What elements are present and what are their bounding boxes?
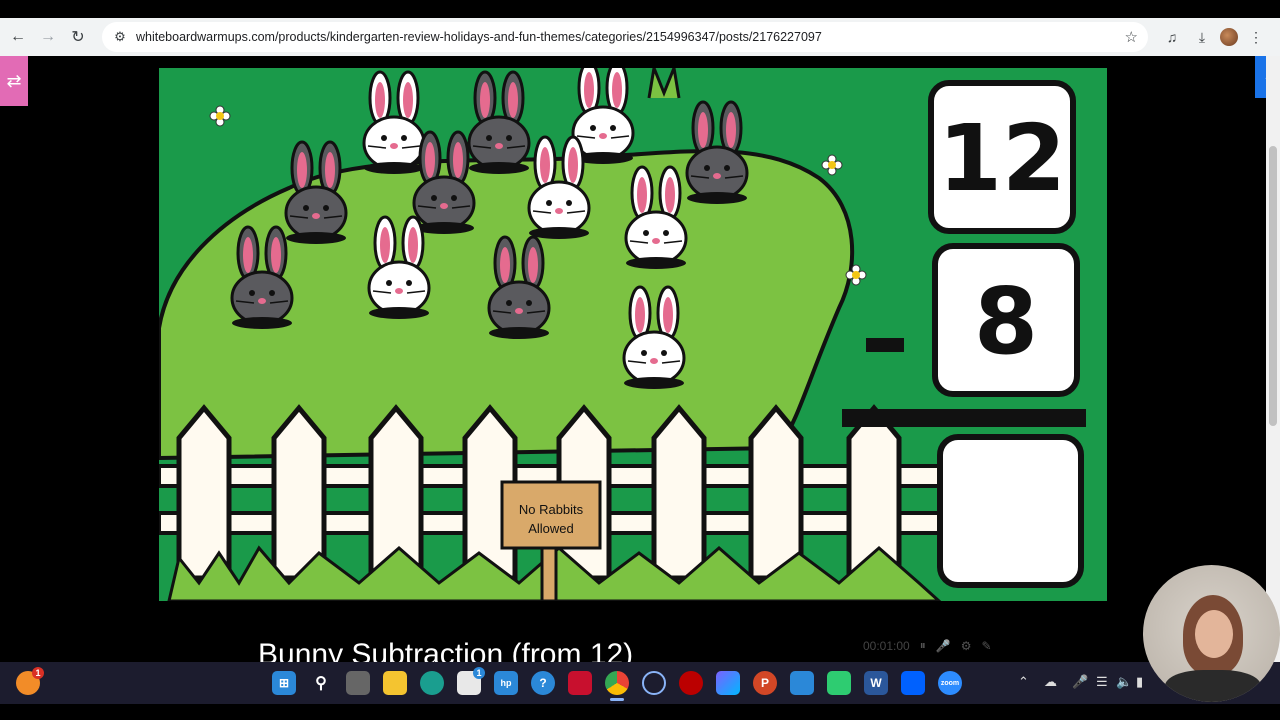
swap-arrows-icon[interactable]: ⇄ [0,56,28,106]
mail-icon[interactable] [790,671,814,695]
onedrive-icon[interactable]: ☁ [1044,674,1057,690]
presenter-shirt [1165,670,1261,702]
back-icon[interactable]: ← [3,22,33,52]
page-content: ⇄ ‹ [0,56,1266,662]
fence-picket [179,408,229,578]
webcam-overlay [1143,565,1280,702]
url-text: whiteboardwarmups.com/products/kindergar… [136,30,822,44]
windows-start-icon[interactable]: ⊞ [272,671,296,695]
chrome-icon[interactable] [605,671,629,695]
microphone-tray-icon[interactable]: 🎤 [1072,674,1088,690]
pen-icon[interactable]: ✎ [981,639,991,653]
minus-sign [866,338,904,352]
menu-kebab-icon[interactable]: ⋮ [1244,22,1268,52]
security-app-icon[interactable] [679,671,703,695]
chevron-left-icon[interactable]: ‹ [1255,56,1266,98]
volume-icon[interactable]: 🔈 [1116,674,1132,690]
reload-icon[interactable]: ↻ [63,22,93,52]
address-bar[interactable]: ⚙ whiteboardwarmups.com/products/kinderg… [102,22,1148,52]
search-icon[interactable]: ⚲ [309,671,333,695]
hp-app-icon[interactable]: hp [494,671,518,695]
fence-picket [751,408,801,578]
chrome-active-indicator [610,698,624,701]
task-view-icon[interactable] [346,671,370,695]
edge-browser-icon[interactable] [420,671,444,695]
bottom-strip [0,704,1280,720]
cortana-icon[interactable] [642,671,666,695]
wifi-icon[interactable]: ☰ [1096,674,1108,690]
mcafee-icon[interactable] [568,671,592,695]
fence-picket [654,408,704,578]
bunny-subtraction-slide: No Rabbits Allowed 12 8 [159,68,1107,601]
first-number: 12 [938,105,1066,212]
battery-icon[interactable]: ▮ [1136,674,1143,690]
scrollbar-thumb[interactable] [1269,146,1277,426]
word-icon[interactable]: W [864,671,888,695]
sign-text-line1: No Rabbits [519,502,584,517]
answer-box[interactable] [937,434,1084,588]
equals-bar [842,409,1086,427]
recording-controls: 00:01:00 ⏸ 🎤 ⚙ ✎ [863,629,1153,662]
download-icon[interactable]: ⤓ [1190,22,1214,52]
copilot-icon[interactable] [716,671,740,695]
site-info-icon[interactable]: ⚙ [108,29,132,45]
browser-toolbar: ← → ↻ ⚙ whiteboardwarmups.com/products/k… [0,18,1280,56]
top-strip [0,0,1280,18]
chevron-up-icon[interactable]: ⌃ [1018,674,1029,690]
microsoft-store-icon[interactable]: 1 [457,667,485,695]
media-controls-icon[interactable]: ♫ [1160,22,1184,52]
sign-text-line2: Allowed [528,521,574,536]
second-number: 8 [974,268,1038,375]
microphone-icon[interactable]: 🎤 [936,639,951,653]
presenter-face [1195,610,1233,658]
page-scrollbar[interactable] [1266,56,1280,662]
weather-widget-icon[interactable]: 1 [16,667,44,695]
help-icon[interactable]: ? [531,671,555,695]
fence-picket [274,408,324,578]
settings-gear-icon[interactable]: ⚙ [961,639,972,653]
windows-taskbar: 1 ⊞ ⚲ 1 hp ? P W zoom ⌃ ☁ 🎤 ☰ 🔈 ▮ [0,662,1280,704]
bookmark-star-icon[interactable]: ☆ [1125,28,1138,46]
file-explorer-icon[interactable] [383,671,407,695]
xbox-game-icon[interactable] [827,671,851,695]
pause-icon[interactable]: ⏸ [920,638,926,653]
dropbox-icon[interactable] [901,671,925,695]
profile-avatar[interactable] [1220,28,1238,46]
store-badge: 1 [473,667,485,679]
video-caption-title: Bunny Subtraction (from 12) [258,638,634,662]
powerpoint-icon[interactable]: P [753,671,777,695]
forward-icon[interactable]: → [33,22,63,52]
notification-badge: 1 [32,667,44,679]
recording-timer: 00:01:00 [863,638,910,653]
zoom-icon[interactable]: zoom [938,671,962,695]
